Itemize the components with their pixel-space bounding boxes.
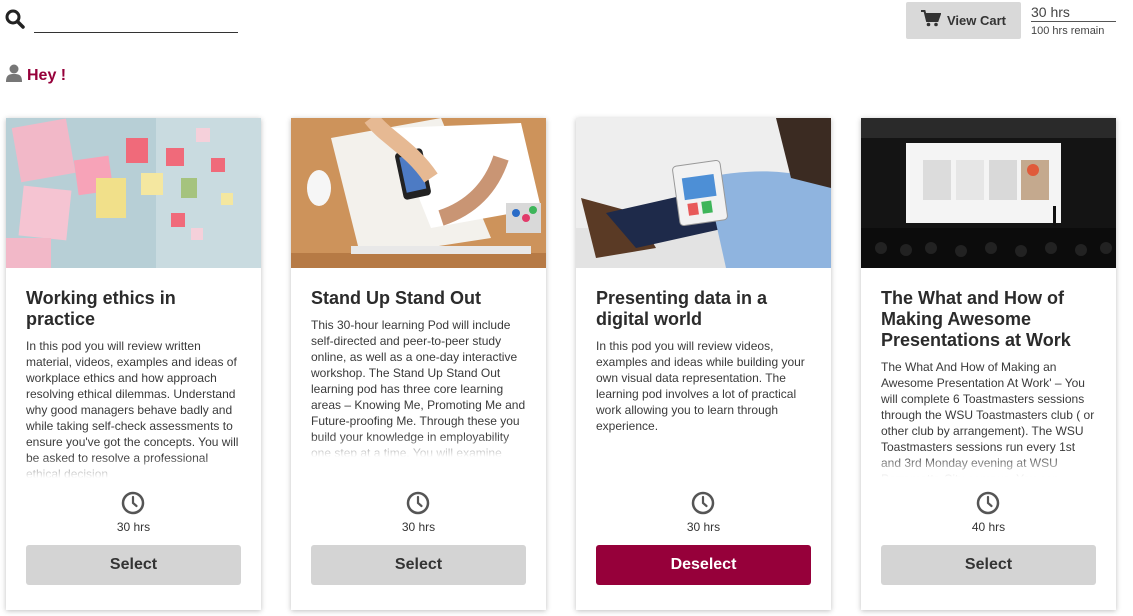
clock-icon (976, 491, 1000, 515)
select-button[interactable]: Select (311, 545, 526, 585)
pod-description: This 30-hour learning Pod will include s… (311, 318, 526, 457)
cart-icon (920, 9, 942, 32)
clock-icon (121, 491, 145, 515)
hours-total: 30 hrs (1031, 4, 1116, 22)
select-button[interactable]: Select (881, 545, 1096, 585)
clock-icon (406, 491, 430, 515)
pod-hours: 30 hrs (401, 520, 436, 534)
user-icon (6, 64, 22, 87)
pod-card: The What and How of Making Awesome Prese… (861, 118, 1116, 610)
view-cart-label: View Cart (946, 13, 1006, 28)
pod-hours: 30 hrs (116, 520, 151, 534)
pod-description: In this pod you will review videos, exam… (596, 339, 805, 433)
pod-description-box: This 30-hour learning Pod will include s… (311, 317, 526, 457)
pod-description-box: In this pod you will review videos, exam… (596, 338, 811, 478)
deselect-button[interactable]: Deselect (596, 545, 811, 585)
greeting: Hey ! (6, 64, 66, 87)
pod-card: Working ethics in practice In this pod y… (6, 118, 261, 610)
select-button[interactable]: Select (26, 545, 241, 585)
pod-card: Presenting data in a digital world In th… (576, 118, 831, 610)
pod-title: The What and How of Making Awesome Prese… (881, 288, 1071, 350)
view-cart-button[interactable]: View Cart (906, 2, 1021, 39)
pod-hours: 30 hrs (686, 520, 721, 534)
pod-description-box: In this pod you will review written mate… (26, 338, 241, 478)
pod-image-presentation-stage (861, 118, 1116, 268)
pod-description: In this pod you will review written mate… (26, 339, 239, 478)
pod-image-desk-workshop (291, 118, 546, 268)
pod-description-box: The What And How of Making an Awesome Pr… (881, 359, 1096, 477)
hours-remaining: 100 hrs remain (1031, 25, 1105, 37)
pod-hours: 40 hrs (971, 520, 1006, 534)
pod-image-tablet-data (576, 118, 831, 268)
hours-summary: 30 hrs 100 hrs remain (1031, 4, 1116, 37)
pod-title: Presenting data in a digital world (596, 288, 768, 329)
pod-title: Working ethics in practice (26, 288, 176, 329)
pod-title: Stand Up Stand Out (311, 288, 481, 308)
clock-icon (691, 491, 715, 515)
pod-image-sticky-notes (6, 118, 261, 268)
greeting-text: Hey ! (27, 66, 67, 84)
pod-card: Stand Up Stand Out This 30-hour learning… (291, 118, 546, 610)
pod-description: The What And How of Making an Awesome Pr… (881, 360, 1095, 477)
search-input[interactable] (34, 32, 238, 33)
search-icon[interactable] (5, 9, 25, 29)
